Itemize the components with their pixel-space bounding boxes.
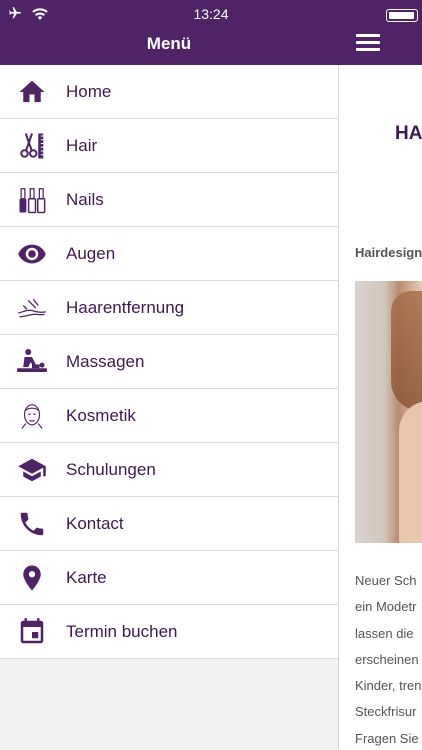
menu-item-label: Termin buchen — [66, 621, 178, 641]
menu-item-haarentfernung[interactable]: Haarentfernung — [0, 281, 338, 335]
section-title: Hairdesign — [355, 245, 422, 260]
description-text: Neuer Sch ein Modetr lassen die erschein… — [355, 568, 422, 750]
top-bar: 13:24 Menü — [0, 0, 422, 65]
side-menu: Home Hair Nails Augen Haarentfernung Mas… — [0, 65, 339, 750]
menu-item-schulungen[interactable]: Schulungen — [0, 443, 338, 497]
phone-icon — [16, 508, 48, 540]
menu-item-augen[interactable]: Augen — [0, 227, 338, 281]
eye-icon — [16, 238, 48, 270]
menu-item-massagen[interactable]: Massagen — [0, 335, 338, 389]
menu-item-label: Nails — [66, 189, 104, 209]
content-panel[interactable]: HA Hairdesign Neuer Sch ein Modetr lasse… — [339, 65, 422, 750]
menu-item-label: Home — [66, 81, 112, 101]
text-line: lassen die — [355, 625, 414, 641]
menu-item-kontact[interactable]: Kontact — [0, 497, 338, 551]
calendar-icon — [16, 616, 48, 648]
scissors-comb-icon — [16, 130, 48, 162]
text-line: Neuer Sch — [355, 573, 417, 588]
text-line: erscheinen — [355, 651, 419, 667]
menu-list: Home Hair Nails Augen Haarentfernung Mas… — [0, 65, 338, 659]
menu-item-hair[interactable]: Hair — [0, 119, 338, 173]
hamburger-menu-icon[interactable] — [356, 34, 380, 52]
menu-item-label: Massagen — [66, 351, 145, 371]
map-pin-icon — [16, 562, 48, 594]
text-line: ein Modetr — [355, 599, 417, 615]
menu-item-termin-buchen[interactable]: Termin buchen — [0, 605, 338, 659]
home-icon — [16, 76, 48, 108]
menu-item-karte[interactable]: Karte — [0, 551, 338, 605]
menu-item-label: Augen — [66, 243, 116, 263]
menu-item-label: Kosmetik — [66, 405, 136, 425]
menu-item-nails[interactable]: Nails — [0, 173, 338, 227]
menu-item-kosmetik[interactable]: Kosmetik — [0, 389, 338, 443]
hair-model-photo — [355, 281, 422, 543]
text-line: Steckfrisur — [355, 704, 417, 720]
status-time: 13:24 — [193, 6, 229, 22]
nail-polish-icon — [16, 184, 48, 216]
text-line: Kinder, tren — [355, 678, 422, 694]
menu-item-label: Schulungen — [66, 459, 156, 479]
status-bar: 13:24 — [0, 5, 422, 23]
menu-title: Menü — [146, 34, 192, 53]
leg-wax-icon — [16, 292, 48, 324]
menu-item-home[interactable]: Home — [0, 65, 338, 119]
massage-icon — [16, 346, 48, 378]
menu-item-label: Kontact — [66, 513, 124, 533]
menu-item-label: Hair — [66, 135, 98, 155]
text-line: Fragen Sie — [355, 730, 419, 746]
menu-item-label: Haarentfernung — [66, 297, 185, 317]
menu-item-label: Karte — [66, 567, 107, 587]
face-icon — [16, 400, 48, 432]
graduation-cap-icon — [16, 454, 48, 486]
battery-icon — [386, 9, 418, 22]
page-title: HA — [395, 123, 422, 144]
